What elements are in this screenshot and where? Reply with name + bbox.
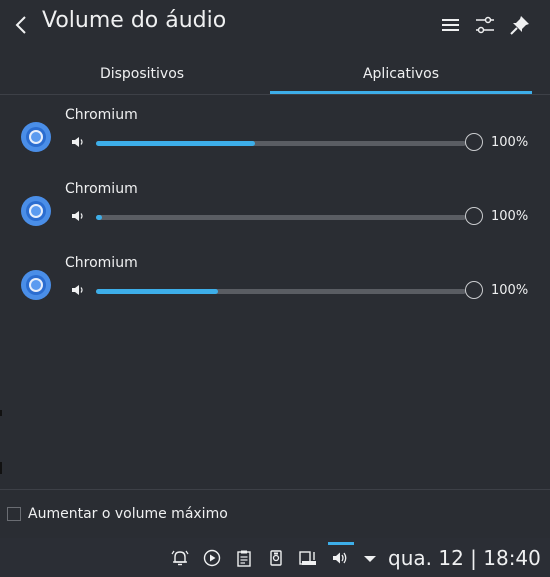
slider-track: [96, 289, 466, 294]
slider-fill: [96, 141, 255, 146]
alarm-icon[interactable]: [171, 549, 189, 567]
expand-tray-arrow-icon[interactable]: [361, 549, 379, 567]
app-stream-row: Chromium 100%: [0, 104, 550, 178]
clipboard-icon[interactable]: [235, 549, 253, 567]
app-name: Chromium: [65, 255, 138, 271]
volume-percent: 100%: [491, 135, 529, 150]
volume-percent: 100%: [491, 209, 529, 224]
app-name: Chromium: [65, 181, 138, 197]
tab-bar: Dispositivos Aplicativos: [0, 54, 550, 95]
slider-track: [96, 215, 466, 220]
app-stream-row: Chromium 100%: [0, 252, 550, 326]
tab-dispositivos[interactable]: Dispositivos: [14, 54, 270, 94]
taskbar: qua. 12 | 18:40: [0, 538, 550, 577]
volume-icon[interactable]: [331, 549, 349, 567]
slider-fill: [96, 289, 218, 294]
slider-handle[interactable]: [465, 281, 483, 299]
network-icon[interactable]: [299, 549, 317, 567]
screen-edge-mark: [0, 410, 2, 416]
settings-sliders-icon[interactable]: [473, 13, 497, 37]
tab-label: Aplicativos: [362, 66, 440, 82]
active-tab-indicator: [270, 91, 532, 94]
speaker-icon[interactable]: [70, 282, 86, 298]
volume-slider[interactable]: [96, 281, 484, 301]
chromium-icon: [21, 122, 51, 152]
raise-max-volume-checkbox[interactable]: [7, 507, 21, 521]
volume-slider[interactable]: [96, 133, 484, 153]
chromium-icon: [21, 270, 51, 300]
slider-handle[interactable]: [465, 133, 483, 151]
menu-icon[interactable]: [439, 13, 463, 37]
back-arrow-icon[interactable]: [10, 11, 34, 39]
speaker-icon[interactable]: [70, 134, 86, 150]
screen-edge-mark: [0, 462, 2, 474]
app-stream-row: Chromium 100%: [0, 178, 550, 252]
popup-header: Volume do áudio: [0, 0, 550, 50]
usb-device-icon[interactable]: [267, 549, 285, 567]
raise-max-volume-label[interactable]: Aumentar o volume máximo: [28, 506, 228, 522]
tab-label: Dispositivos: [99, 66, 185, 82]
audio-volume-popup: Volume do áudio Dispositivos Aplicativos: [0, 0, 550, 538]
media-play-icon[interactable]: [203, 549, 221, 567]
chromium-icon: [21, 196, 51, 226]
footer-divider: [0, 489, 550, 490]
app-name: Chromium: [65, 107, 138, 123]
active-indicator: [328, 542, 354, 545]
tab-aplicativos[interactable]: Aplicativos: [270, 54, 532, 94]
volume-slider[interactable]: [96, 207, 484, 227]
speaker-icon[interactable]: [70, 208, 86, 224]
slider-track: [96, 141, 466, 146]
clock[interactable]: qua. 12 | 18:40: [388, 546, 541, 570]
slider-handle[interactable]: [465, 207, 483, 225]
slider-fill: [96, 215, 102, 220]
volume-percent: 100%: [491, 283, 529, 298]
pin-icon[interactable]: [508, 13, 532, 37]
popup-title: Volume do áudio: [42, 8, 227, 33]
